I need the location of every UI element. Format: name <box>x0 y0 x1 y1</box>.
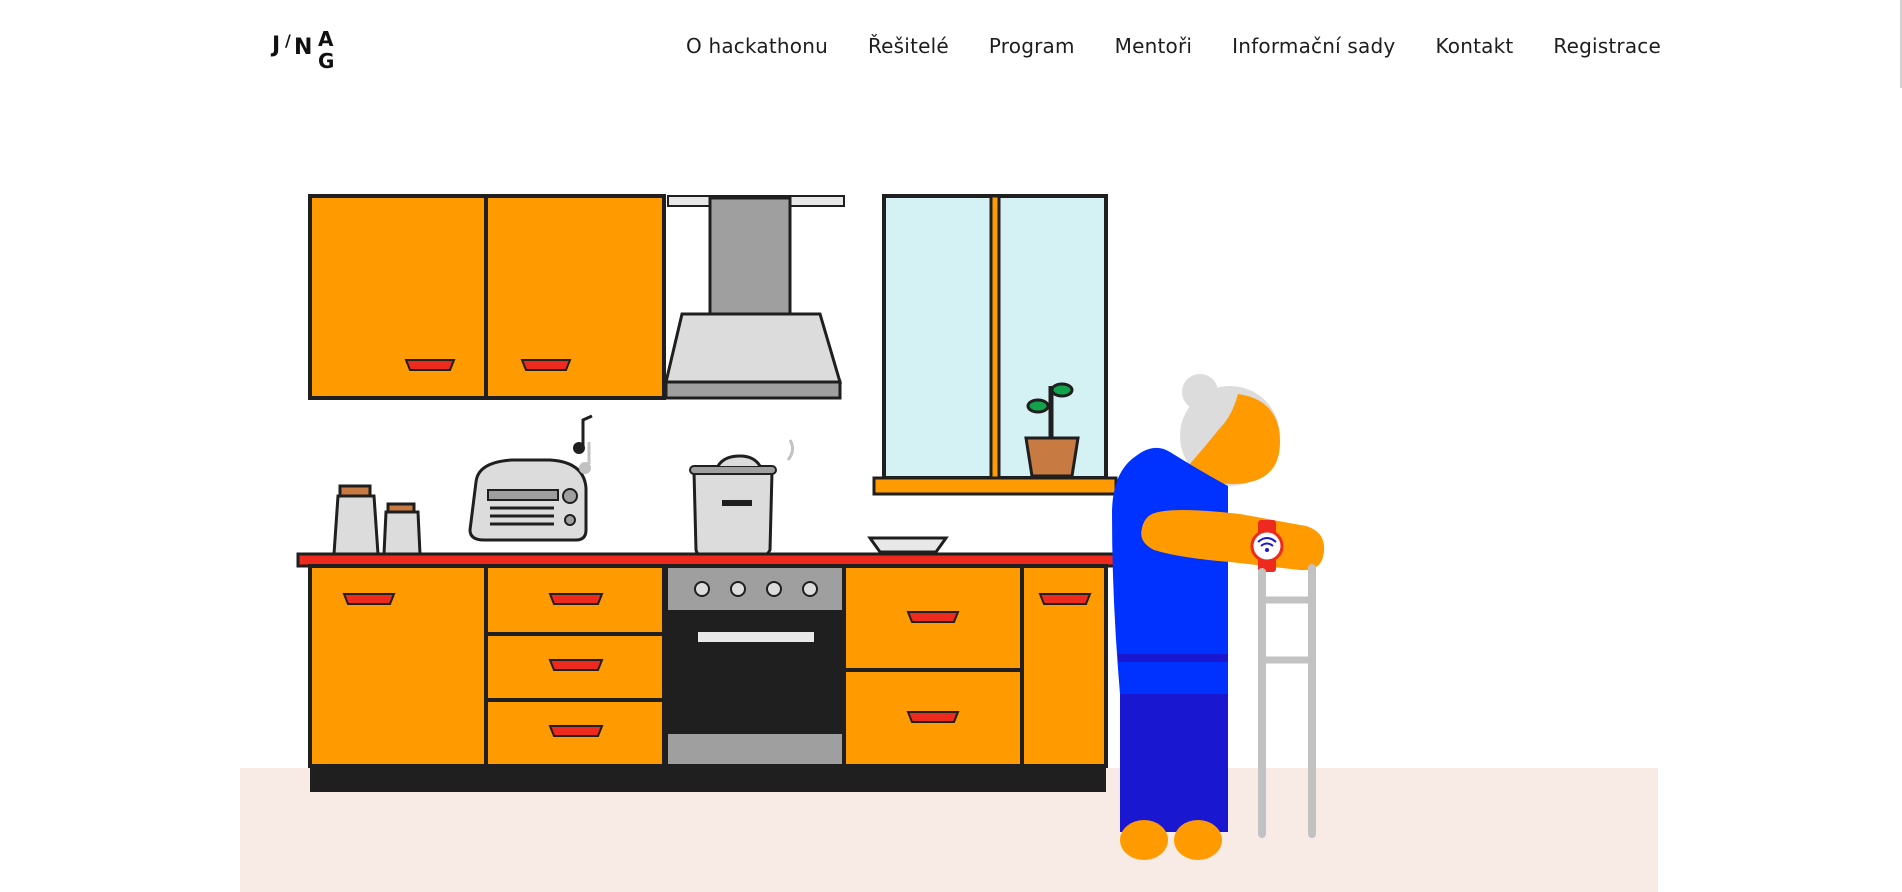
jinag-logo: J / N A G <box>270 27 334 73</box>
nav-link-o-hackathonu[interactable]: O hackathonu <box>686 34 828 58</box>
plate-icon <box>867 536 949 554</box>
canisters-icon <box>332 484 422 556</box>
cabinet-plinth <box>310 766 1106 792</box>
nav-link-kontakt[interactable]: Kontakt <box>1435 34 1513 58</box>
elderly-woman-icon <box>1112 374 1325 860</box>
range-hood-icon <box>664 195 845 400</box>
oven-icon <box>664 564 846 768</box>
svg-text:G: G <box>318 49 334 73</box>
svg-text:J: J <box>270 33 280 58</box>
kitchen-cabinets-icon <box>308 194 666 400</box>
music-note-icon <box>573 414 593 474</box>
svg-text:N: N <box>294 35 312 60</box>
hero-illustration <box>240 180 1658 892</box>
svg-text:A: A <box>318 27 334 51</box>
svg-text:/: / <box>285 31 291 50</box>
nav-link-informacni-sady[interactable]: Informační sady <box>1232 34 1395 58</box>
page: J / N A G O hackathonu Řešitelé Program … <box>0 0 1902 892</box>
walker-icon <box>1258 564 1316 838</box>
nav-link-program[interactable]: Program <box>989 34 1075 58</box>
cooking-pot-icon <box>689 439 795 560</box>
main-nav: O hackathonu Řešitelé Program Mentoři In… <box>686 34 1661 58</box>
radio-icon <box>468 458 588 542</box>
kitchen-illustration <box>296 194 1325 860</box>
window-icon <box>872 194 1118 496</box>
site-header: J / N A G O hackathonu Řešitelé Program … <box>0 0 1902 96</box>
nav-link-mentori[interactable]: Mentoři <box>1115 34 1193 58</box>
nav-link-resitele[interactable]: Řešitelé <box>868 34 949 58</box>
nav-link-registrace[interactable]: Registrace <box>1553 34 1661 58</box>
